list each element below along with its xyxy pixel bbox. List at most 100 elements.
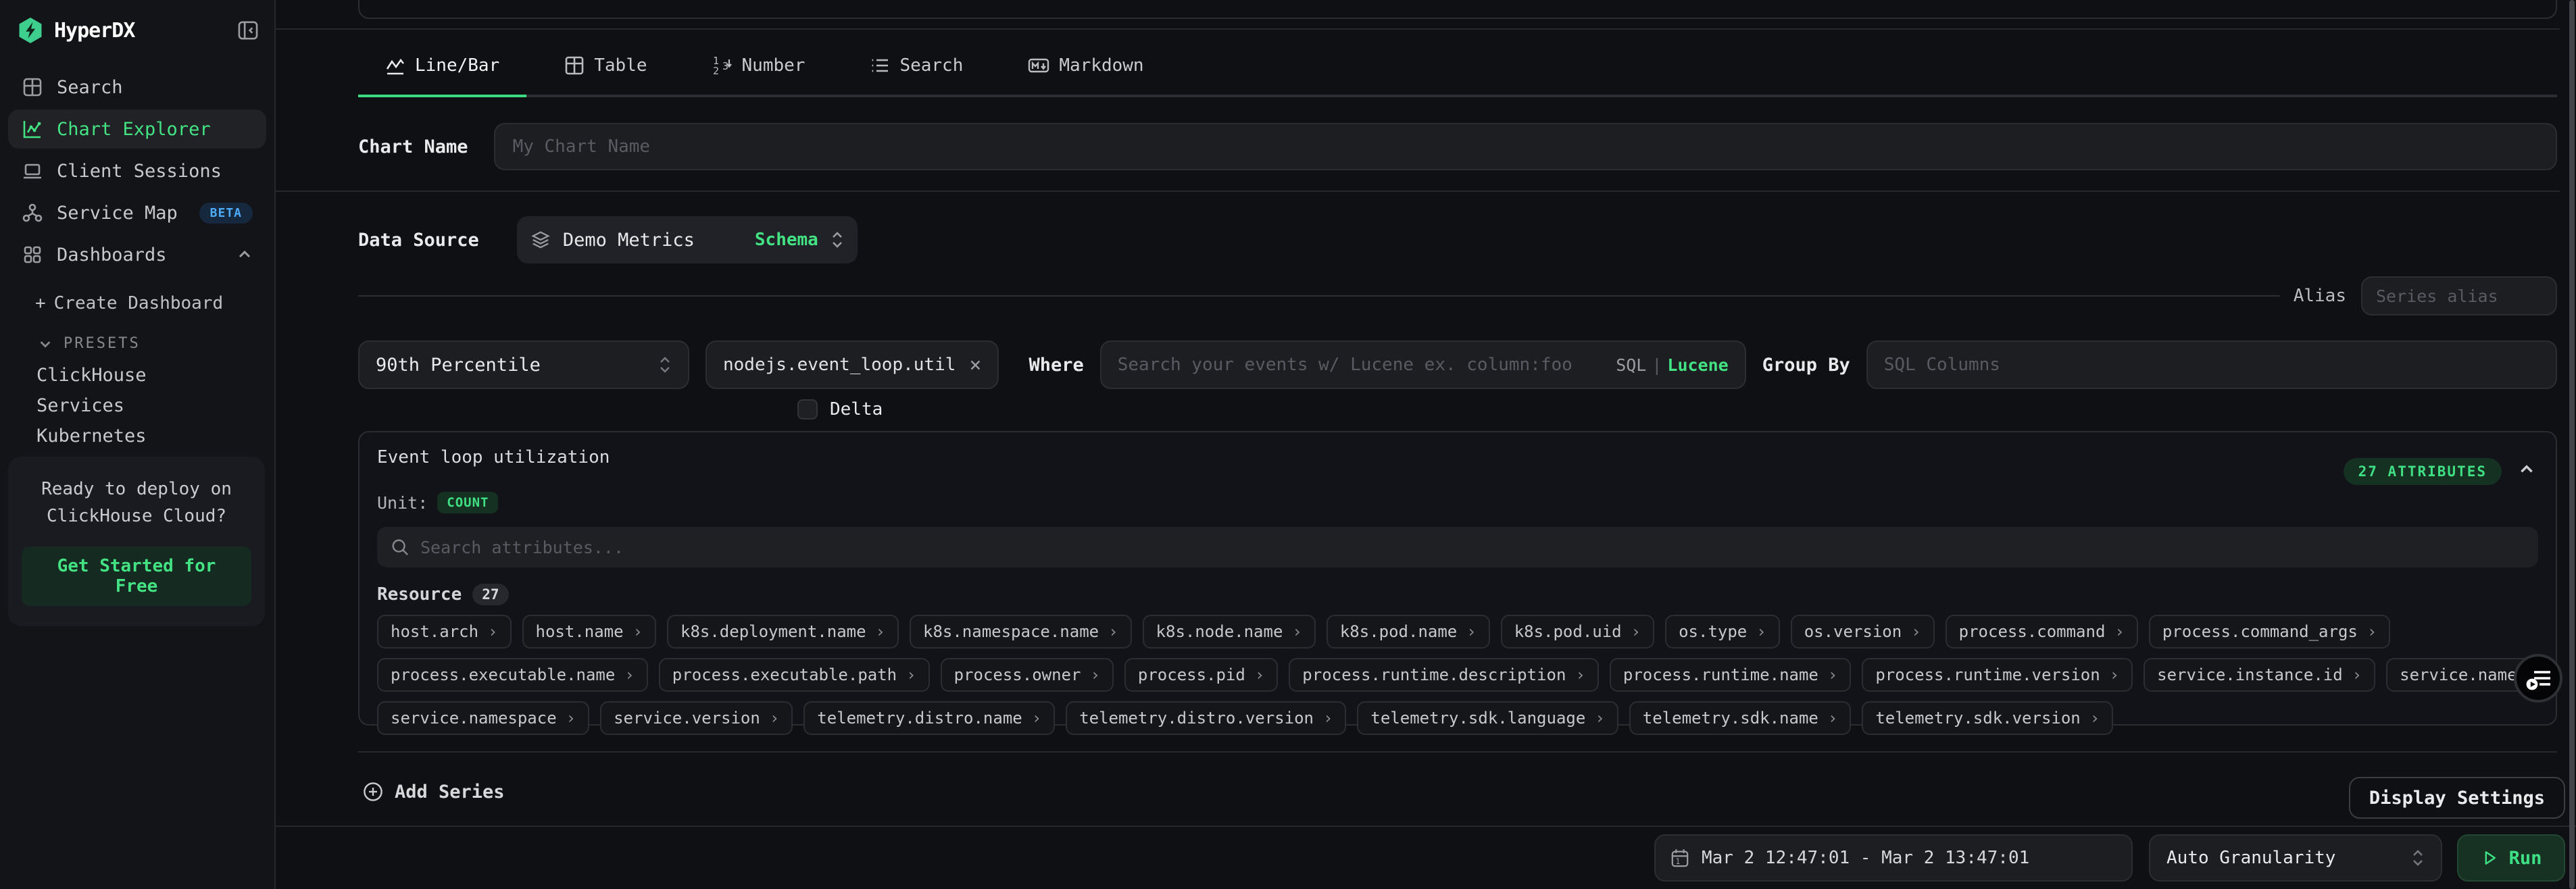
tab-table[interactable]: Table — [537, 36, 674, 97]
sidebar-item-service-map[interactable]: Service Map BETA — [8, 193, 266, 232]
attribute-chip[interactable]: service.namespace› — [377, 701, 589, 735]
data-source-value: Demo Metrics — [563, 230, 743, 251]
tab-number[interactable]: 123 Number — [685, 36, 833, 97]
display-settings-button[interactable]: Display Settings — [2349, 777, 2565, 819]
unit-row: Unit: COUNT — [377, 492, 2538, 513]
attribute-chip[interactable]: process.command › — [1946, 615, 2138, 649]
chevron-right-icon: › — [1575, 665, 1585, 684]
attribute-name: telemetry.sdk.language — [1370, 709, 1585, 728]
svg-text:2: 2 — [713, 65, 719, 76]
tab-markdown[interactable]: Markdown — [1001, 36, 1170, 97]
attribute-chip[interactable]: telemetry.sdk.language› — [1357, 701, 1618, 735]
attribute-name: telemetry.distro.name — [817, 709, 1022, 728]
sidebar-item-label: Client Sessions — [57, 161, 253, 182]
dashboards-icon — [22, 244, 43, 265]
get-started-button[interactable]: Get Started for Free — [22, 547, 251, 606]
attribute-chip[interactable]: telemetry.distro.version› — [1066, 701, 1346, 735]
preset-clickhouse[interactable]: ClickHouse — [0, 360, 274, 390]
attribute-chip[interactable]: process.runtime.version› — [1862, 658, 2133, 692]
attribute-search-placeholder: Search attributes... — [420, 538, 624, 557]
aggregation-select[interactable]: 90th Percentile — [358, 340, 689, 389]
delta-row: Delta — [797, 399, 883, 420]
resource-label: Resource — [377, 584, 462, 605]
chevron-right-icon: › — [2114, 622, 2124, 641]
metric-chip[interactable]: nodejs.event_loop.util × — [705, 340, 999, 389]
attribute-chip[interactable]: process.pid› — [1124, 658, 1278, 692]
tab-line-bar[interactable]: Line/Bar — [358, 36, 526, 97]
chevron-updown-icon — [2411, 848, 2425, 867]
alias-input[interactable]: Series alias — [2361, 276, 2557, 315]
data-source-select[interactable]: Demo Metrics Schema — [517, 216, 858, 263]
group-by-input[interactable]: SQL Columns — [1866, 340, 2557, 389]
sidebar-item-search[interactable]: Search — [8, 68, 266, 107]
attribute-search-input[interactable]: Search attributes... — [377, 527, 2538, 567]
run-button[interactable]: Run — [2457, 834, 2565, 882]
attribute-name: k8s.namespace.name — [923, 622, 1099, 641]
attribute-chip[interactable]: k8s.pod.uid› — [1501, 615, 1654, 649]
attribute-name: service.instance.id — [2157, 665, 2343, 684]
sidebar-item-chart-explorer[interactable]: Chart Explorer — [8, 109, 266, 149]
laptop-icon — [22, 160, 43, 182]
attribute-chip[interactable]: service.instance.id› — [2144, 658, 2375, 692]
sidebar-menu: Search Chart Explorer Client Sessions Se… — [0, 68, 274, 274]
sidebar-collapse-icon[interactable] — [238, 21, 258, 40]
attribute-chip[interactable]: telemetry.sdk.name› — [1629, 701, 1852, 735]
attribute-chip[interactable]: process.runtime.description› — [1289, 658, 1599, 692]
attribute-chip[interactable]: process.owner› — [941, 658, 1114, 692]
where-search-input[interactable]: Search your events w/ Lucene ex. column:… — [1100, 340, 1746, 389]
attribute-chip[interactable]: service.version› — [600, 701, 793, 735]
remove-metric-icon[interactable]: × — [969, 353, 981, 377]
sidebar: HyperDX Search Chart Explorer Client Ses… — [0, 0, 276, 889]
attribute-chip[interactable]: process.runtime.name› — [1610, 658, 1851, 692]
presets-header[interactable]: PRESETS — [0, 335, 274, 352]
divider — [276, 28, 2560, 30]
attribute-chip[interactable]: host.name› — [522, 615, 657, 649]
attribute-chip-row: process.executable.name› process.executab… — [377, 658, 2538, 692]
data-source-label: Data Source — [358, 230, 479, 251]
attribute-chip[interactable]: telemetry.sdk.version› — [1862, 701, 2113, 735]
add-series-button[interactable]: Add Series — [362, 781, 505, 803]
attribute-chip[interactable]: process.executable.name› — [377, 658, 648, 692]
attribute-chip[interactable]: os.type› — [1665, 615, 1780, 649]
attribute-name: process.command — [1959, 622, 2106, 641]
attribute-chip[interactable]: os.version› — [1791, 615, 1935, 649]
time-range-picker[interactable]: 1 Mar 2 12:47:01 - Mar 2 13:47:01 — [1654, 834, 2133, 882]
sidebar-item-dashboards[interactable]: Dashboards — [8, 235, 266, 274]
sidebar-item-client-sessions[interactable]: Client Sessions — [8, 151, 266, 190]
unit-label: Unit: — [377, 493, 428, 513]
chevron-up-icon[interactable] — [2518, 461, 2535, 478]
tab-search[interactable]: Search — [843, 36, 990, 97]
preset-kubernetes[interactable]: Kubernetes — [0, 421, 274, 451]
feedback-widget-button[interactable] — [2514, 654, 2562, 703]
plus-icon: + — [35, 293, 46, 313]
query-language-toggle[interactable]: SQL|Lucene — [1616, 355, 1729, 375]
preset-services[interactable]: Services — [0, 390, 274, 421]
create-dashboard-button[interactable]: + Create Dashboard — [0, 293, 274, 313]
chevron-right-icon: › — [1090, 665, 1099, 684]
chart-name-input[interactable]: My Chart Name — [494, 123, 2557, 170]
vertical-scrollbar[interactable] — [2569, 0, 2575, 889]
attribute-name: process.runtime.name — [1623, 665, 1818, 684]
plus-circle-icon — [362, 781, 384, 803]
attribute-chip[interactable]: telemetry.distro.name› — [803, 701, 1055, 735]
data-source-row: Data Source Demo Metrics Schema — [358, 216, 858, 263]
previous-panel-edge — [358, 0, 2557, 19]
schema-link[interactable]: Schema — [755, 230, 818, 250]
attribute-chip[interactable]: host.arch› — [377, 615, 512, 649]
grid-search-icon — [22, 76, 43, 98]
attribute-chip[interactable]: k8s.pod.name› — [1327, 615, 1490, 649]
list-icon — [870, 55, 890, 76]
attribute-chip[interactable]: k8s.node.name› — [1143, 615, 1316, 649]
attribute-chip[interactable]: k8s.namespace.name› — [910, 615, 1132, 649]
chevron-right-icon: › — [633, 622, 643, 641]
chevron-right-icon: › — [2367, 622, 2377, 641]
attribute-chip[interactable]: process.command_args› — [2149, 615, 2390, 649]
granularity-select[interactable]: Auto Granularity — [2149, 834, 2442, 882]
granularity-value: Auto Granularity — [2166, 848, 2335, 868]
chevron-right-icon: › — [2110, 665, 2119, 684]
attribute-chip[interactable]: k8s.deployment.name› — [667, 615, 899, 649]
beta-badge: BETA — [199, 203, 253, 224]
svg-text:3: 3 — [722, 60, 728, 72]
delta-checkbox[interactable] — [797, 399, 818, 420]
attribute-chip[interactable]: process.executable.path› — [659, 658, 930, 692]
